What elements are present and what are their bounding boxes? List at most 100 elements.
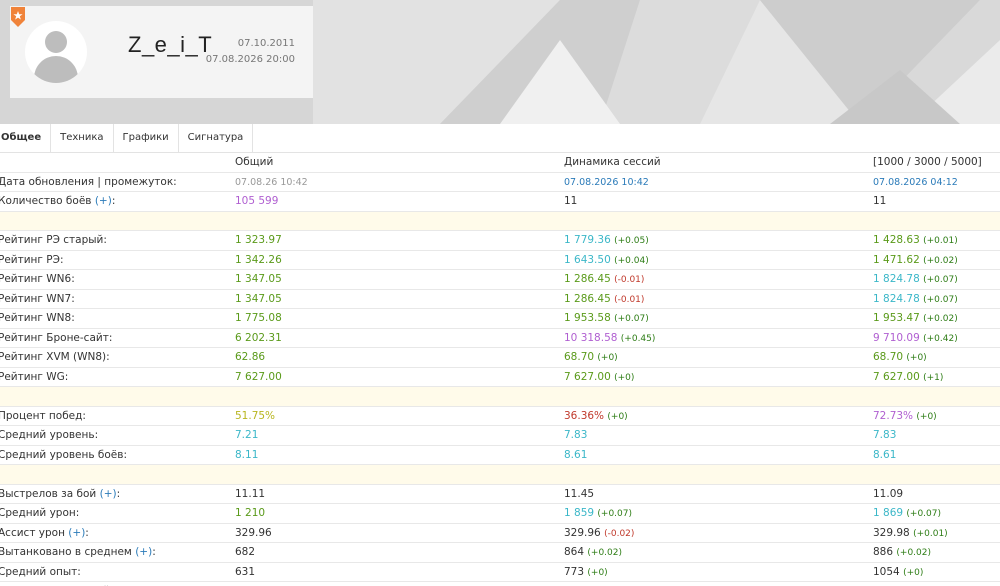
delta-value: (+0) (587, 567, 608, 578)
tab-charts[interactable]: Графики (114, 124, 179, 153)
expand-link[interactable]: (+) (135, 546, 152, 558)
stats-table: Общий Динамика сессий [1000 / 3000 / 500… (0, 153, 1000, 586)
table-header: Общий Динамика сессий [1000 / 3000 / 500… (0, 153, 1000, 173)
row-label: Процент побед: (0, 409, 86, 422)
row-label: Рейтинг РЭ: (0, 253, 64, 266)
value-c1: 631 (235, 565, 256, 578)
delta-value: (+0) (916, 411, 937, 422)
value-c3: 1 824.78 (+0.07) (873, 292, 958, 305)
tab-bar: Общее Техника Графики Сигнатура (0, 124, 1000, 153)
table-row: Рейтинг WN8: 1 775.08 1 953.58 (+0.07) 1 95… (0, 309, 1000, 329)
value-c2: 1 286.45 (-0.01) (564, 273, 645, 285)
value-c2: 1 643.50 (+0.04) (564, 253, 649, 266)
delta-value: (+0.04) (614, 255, 649, 266)
expand-link[interactable]: (+) (68, 527, 85, 539)
value-c3: 8.61 (873, 448, 897, 461)
tab-general[interactable]: Общее (0, 124, 52, 153)
header-range-link[interactable]: [1000 / 3000 / 5000] (873, 153, 982, 172)
section-separator (0, 387, 1000, 407)
expand-link[interactable]: (+) (100, 488, 117, 500)
value-c1: 51.75% (235, 409, 276, 422)
value-c3: 11.09 (873, 487, 904, 500)
delta-value: (+0) (607, 411, 628, 422)
tab-signature[interactable]: Сигнатура (179, 124, 254, 153)
profile-card: Z_e_i_T 07.10.2011 07.08.2026 20:00 (10, 6, 313, 98)
value-c2: 1 286.45 (-0.01) (564, 292, 645, 305)
table-row: Количество боёв (+): 105 599 11 11 (0, 192, 1000, 212)
table-row: Рейтинг Броне-сайт: 6 202.31 10 318.58 (+0… (0, 329, 1000, 348)
value-c1: 1 342.26 (235, 253, 282, 266)
table-row: Рейтинг РЭ старый: 1 323.97 1 779.36 (+0.0… (0, 231, 1000, 251)
row-label: Рейтинг WG: (0, 370, 69, 383)
row-label: Средний уровень: (0, 429, 99, 441)
table-row: Ассист урон (+): 329.96 329.96 (-0.02) 329.… (0, 524, 1000, 543)
value-c1: 7 627.00 (235, 370, 282, 383)
value-c3: 886 (+0.02) (873, 546, 931, 558)
value-c2: 11.45 (564, 487, 595, 500)
table-row: Рейтинг WN6: 1 347.05 1 286.45 (-0.01) 1 82… (0, 270, 1000, 290)
value-c3: 1 471.62 (+0.02) (873, 253, 958, 266)
row-label: Рейтинг РЭ старый: (0, 234, 107, 246)
row-label: Рейтинг Броне-сайт: (0, 331, 113, 344)
value-c2: 10 318.58 (+0.45) (564, 331, 656, 344)
delta-value: (+0.02) (923, 314, 958, 324)
value-c3: 9 710.09 (+0.42) (873, 331, 958, 344)
value-c3: 1 428.63 (+0.01) (873, 234, 958, 246)
value-c2: 36.36% (+0) (564, 409, 628, 422)
header-session-dynamics: Динамика сессий (564, 156, 661, 168)
delta-value: (+0) (597, 353, 618, 363)
row-label: Количество боёв (+): (0, 195, 116, 207)
value-c2: 1 859 (+0.07) (564, 507, 633, 519)
table-row: Вытанковано в среднем (+): 682 864 (+0.02)… (0, 543, 1000, 563)
value-c3: 7.83 (873, 429, 897, 441)
value-c1: 1 347.05 (235, 292, 282, 305)
value-c2: 68.70 (+0) (564, 351, 618, 363)
value-c3: 72.73% (+0) (873, 409, 937, 422)
delta-value: (+0.07) (597, 509, 633, 519)
value-c3: 1 953.47 (+0.02) (873, 312, 958, 324)
expand-link[interactable]: (+) (95, 195, 112, 207)
table-row: Процент попаданий: 62 62 (+0) 62 (+0) (0, 582, 1000, 586)
delta-value: (+0) (614, 372, 635, 383)
value-c2: 7.83 (564, 429, 588, 441)
clan-badge-icon (11, 7, 25, 27)
row-label: Рейтинг WN8: (0, 312, 75, 324)
table-row: Рейтинг РЭ: 1 342.26 1 643.50 (+0.04) 1 471… (0, 251, 1000, 270)
tab-vehicles[interactable]: Техника (51, 124, 114, 153)
delta-value: (-0.02) (604, 528, 635, 539)
value-c3: 7 627.00 (+1) (873, 370, 944, 383)
table-row: Средний опыт: 631 773 (+0) 1054 (+0) (0, 563, 1000, 582)
value-c3: 07.08.2026 04:12 (873, 176, 958, 188)
table-row: Средний урон: 1 210 1 859 (+0.07) 1 869 (+0… (0, 504, 1000, 524)
delta-value: (+0.02) (587, 548, 622, 558)
value-c1: 682 (235, 546, 256, 558)
row-label: Рейтинг WN6: (0, 273, 75, 285)
row-label: Процент попаданий: (0, 582, 113, 586)
avatar (25, 21, 87, 83)
last-battle-date: 07.08.2026 20:00 (205, 54, 295, 65)
value-c2: 1 953.58 (+0.07) (564, 312, 649, 324)
delta-value: (+0.05) (614, 236, 649, 246)
value-c3: 329.98 (+0.01) (873, 526, 948, 539)
delta-value: (+0.07) (614, 314, 649, 324)
row-label: Вытанковано в среднем (+): (0, 546, 156, 558)
value-c1: 1 347.05 (235, 273, 282, 285)
value-c3: 62 (+0) (873, 582, 910, 586)
table-row: Средний уровень боёв: 8.11 8.61 8.61 (0, 446, 1000, 465)
section-separator (0, 211, 1000, 231)
value-c3: 1 869 (+0.07) (873, 507, 942, 519)
value-c1: 11.11 (235, 487, 266, 500)
value-c3: 11 (873, 195, 887, 207)
value-c2: 773 (+0) (564, 565, 608, 578)
row-label: Ассист урон (+): (0, 526, 89, 539)
value-c1: 7.21 (235, 429, 259, 441)
table-row: Рейтинг XVM (WN8): 62.86 68.70 (+0) 68.70 (… (0, 348, 1000, 368)
delta-value: (+0.45) (620, 333, 656, 344)
delta-value: (-0.01) (614, 275, 645, 285)
value-c2: 329.96 (-0.02) (564, 526, 635, 539)
section-separator (0, 465, 1000, 485)
delta-value: (+0.01) (913, 528, 948, 539)
table-row: Дата обновления | промежуток: 07.08.26 10… (0, 173, 1000, 192)
row-label: Рейтинг XVM (WN8): (0, 351, 110, 363)
value-c2: 1 779.36 (+0.05) (564, 234, 649, 246)
